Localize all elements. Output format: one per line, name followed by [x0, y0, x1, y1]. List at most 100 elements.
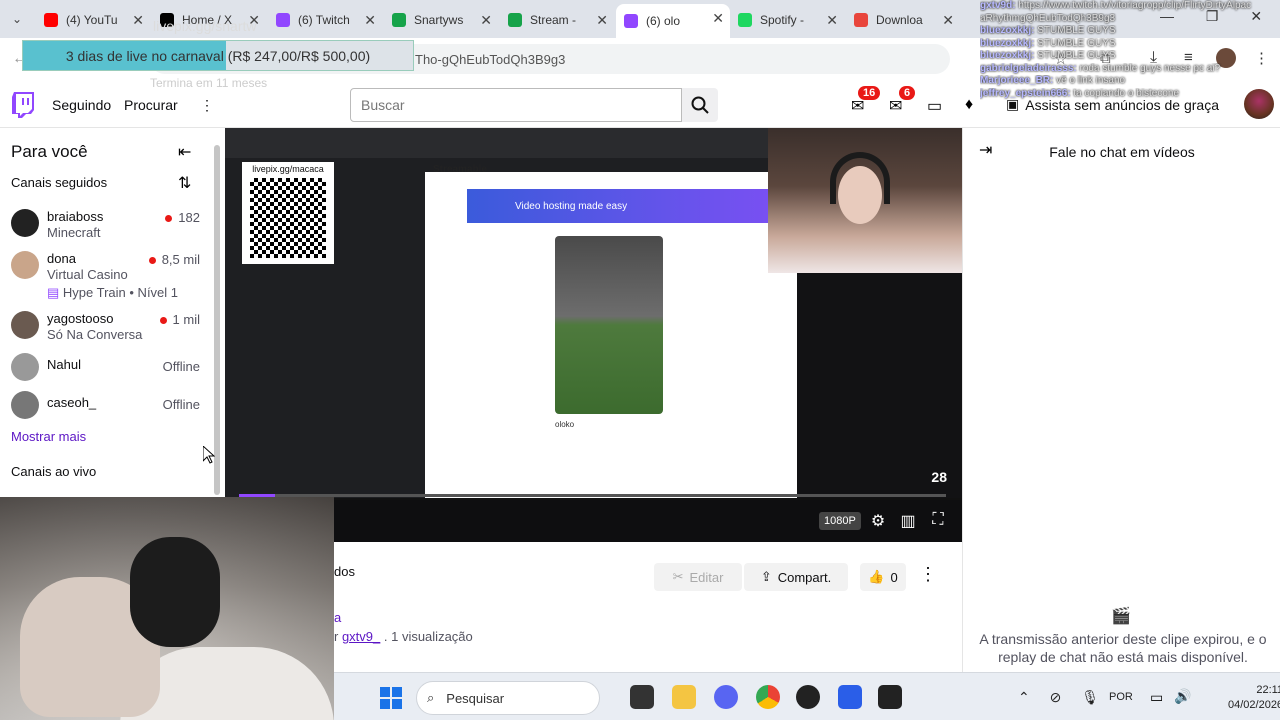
browser-tab[interactable]: Spotify - ✕ [730, 6, 844, 34]
stream-content: Streamable Video hosting made easy oloko… [225, 128, 962, 498]
url-text[interactable]: Tho-gQhEubTodQh3B9g3 [415, 52, 565, 67]
quality-badge[interactable]: 1080P [819, 512, 861, 530]
browser-tab[interactable]: Stream - ✕ [500, 6, 614, 34]
monitor-icon[interactable]: ▭ [1150, 689, 1163, 706]
headphones-icon [130, 537, 220, 647]
nav-browse[interactable]: Procurar [124, 97, 178, 113]
chat-title: Fale no chat em vídeos [1049, 144, 1195, 160]
tray-overflow-icon[interactable]: ⌃ [1018, 689, 1030, 705]
close-tab-icon[interactable]: ✕ [826, 12, 838, 29]
volume-icon[interactable]: 🔊 [1174, 688, 1191, 705]
progress-bar[interactable] [239, 494, 946, 497]
sidebar-channel[interactable]: yagostooso Só Na Conversa 1 mil [0, 311, 210, 351]
more-options-icon[interactable]: ⋮ [918, 564, 938, 590]
chat-username: jeffrey_epstein666: [980, 87, 1071, 99]
discord-icon[interactable] [714, 685, 738, 709]
chat-overlay-line: Marjorieee_BR: vê o link insano [980, 75, 1280, 88]
browser-tab[interactable]: Downloa ✕ [846, 6, 960, 34]
close-tab-icon[interactable]: ✕ [596, 12, 608, 29]
chat-overlay-line: gxtv9d: https://www.twitch.tv/vitoriagro… [980, 0, 1280, 13]
live-dot-icon [159, 317, 167, 325]
theatre-mode-icon[interactable]: ▥ [898, 511, 918, 531]
settings-gear-icon[interactable]: ⚙ [868, 511, 888, 531]
like-button[interactable]: 👍 0 [860, 563, 906, 591]
browser-tab[interactable]: (6) Twitch ✕ [268, 6, 382, 34]
clock[interactable]: 22:11 04/02/2026 [1228, 683, 1280, 713]
close-tab-icon[interactable]: ✕ [480, 12, 492, 29]
mouse-cursor-icon [203, 446, 215, 464]
chat-overlay-line: bluezoxkkj: STUMBLE GUYS [980, 50, 1280, 63]
task-view-icon[interactable] [630, 685, 654, 709]
kick-icon [392, 13, 406, 27]
clip-title: dos [334, 564, 355, 579]
microphone-icon[interactable]: 🎙 [1081, 689, 1099, 705]
channel-game: Virtual Casino [47, 267, 128, 282]
tab-list-button[interactable]: ⌄ [12, 12, 22, 26]
search-button[interactable] [682, 88, 718, 122]
channel-viewers: 1 mil [159, 312, 200, 327]
category-link[interactable]: a [334, 610, 341, 625]
sidebar-channel[interactable]: braiaboss Minecraft 182 [0, 209, 210, 249]
video-player[interactable]: Streamable Video hosting made easy oloko… [225, 128, 962, 542]
clipper-link[interactable]: gxtv9_ [342, 629, 380, 644]
close-tab-icon[interactable]: ✕ [942, 12, 954, 29]
search-input[interactable]: Buscar [350, 88, 682, 122]
live-channels-heading: Canais ao vivo [11, 464, 97, 479]
obs-icon[interactable] [796, 685, 820, 709]
tab-title: Downloa [876, 13, 923, 27]
browser-tab[interactable]: (6) olo ✕ [616, 4, 730, 38]
chrome-icon[interactable] [756, 685, 780, 709]
tab-title: Spotify - [760, 13, 805, 27]
streamer-webcam [0, 497, 334, 720]
live-dot-icon [148, 257, 156, 265]
more-menu-icon[interactable]: ⋮ [200, 97, 214, 114]
channel-name: braiaboss [47, 209, 104, 224]
fullscreen-icon[interactable]: ⛶ [928, 511, 948, 531]
chat-message: STUMBLE GUYS [1034, 50, 1116, 61]
chat-message: roda stumble guys nesse pc ai? [1076, 62, 1221, 74]
taskbar-search[interactable]: ⌕ Pesquisar [416, 681, 600, 715]
app-icon[interactable] [838, 685, 862, 709]
sidebar-channel[interactable]: Nahul Offline [0, 353, 210, 393]
close-tab-icon[interactable]: ✕ [712, 10, 724, 27]
chat-message: aRhythmgQhEubTodQh3B9g3 [980, 12, 1116, 24]
inner-caption: oloko [555, 420, 575, 429]
chat-username: bluezoxkkj: [980, 50, 1035, 61]
sidebar-channel[interactable]: dona Virtual Casino ▤ Hype Train • Nível… [0, 251, 210, 303]
close-tab-icon[interactable]: ✕ [364, 12, 376, 29]
sidebar-channel[interactable]: caseoh_ Offline [0, 391, 210, 431]
share-button[interactable]: ⇪ Compart. [744, 563, 848, 591]
twitch-logo-icon[interactable] [12, 92, 34, 118]
chat-message: vê o link insano [1053, 75, 1126, 86]
edit-button[interactable]: ✂ Editar [654, 563, 742, 591]
channel-viewers: 182 [165, 210, 200, 225]
system-tray: ⌃ ⊘ 🎙 [1018, 689, 1099, 706]
clapperboard-icon: 🎬 [1111, 608, 1131, 625]
collapse-sidebar-icon[interactable]: ⇤ [178, 142, 191, 162]
show-more-link[interactable]: Mostrar mais [11, 429, 86, 444]
clip-info: dos ✂ Editar ⇪ Compart. 👍 0 ⋮ a r gxtv9_ . … [334, 542, 962, 672]
qr-code-icon [250, 178, 326, 258]
pix-app-icon[interactable] [878, 685, 902, 709]
channel-avatar [11, 311, 39, 339]
file-explorer-icon[interactable] [672, 685, 696, 709]
sort-icon[interactable]: ⇅ [178, 173, 191, 193]
whispers-icon[interactable]: ▭ [927, 96, 947, 116]
thumbs-up-icon: 👍 [868, 569, 885, 584]
close-tab-icon[interactable]: ✕ [132, 12, 144, 29]
browser-tab[interactable]: (4) YouTu ✕ [36, 6, 150, 34]
inner-video-thumbnail [555, 236, 663, 414]
chat-username: Marjorieee_BR: [980, 75, 1054, 86]
windows-start-icon[interactable] [380, 687, 402, 709]
tab-title: (4) YouTu [66, 13, 118, 27]
chat-username: bluezoxkkj: [980, 25, 1035, 36]
language-indicator[interactable]: POR [1109, 691, 1133, 703]
network-off-icon[interactable]: ⊘ [1050, 689, 1062, 705]
qr-label: livepix.gg/macaca [252, 164, 324, 174]
browser-tab[interactable]: Snartyws ✕ [384, 6, 498, 34]
sidebar-title: Para você [11, 142, 88, 161]
sidebar-scrollbar[interactable] [214, 145, 220, 495]
clock-date: 04/02/2026 [1228, 699, 1280, 711]
nav-following[interactable]: Seguindo [52, 97, 111, 113]
twitch-icon [276, 13, 290, 27]
